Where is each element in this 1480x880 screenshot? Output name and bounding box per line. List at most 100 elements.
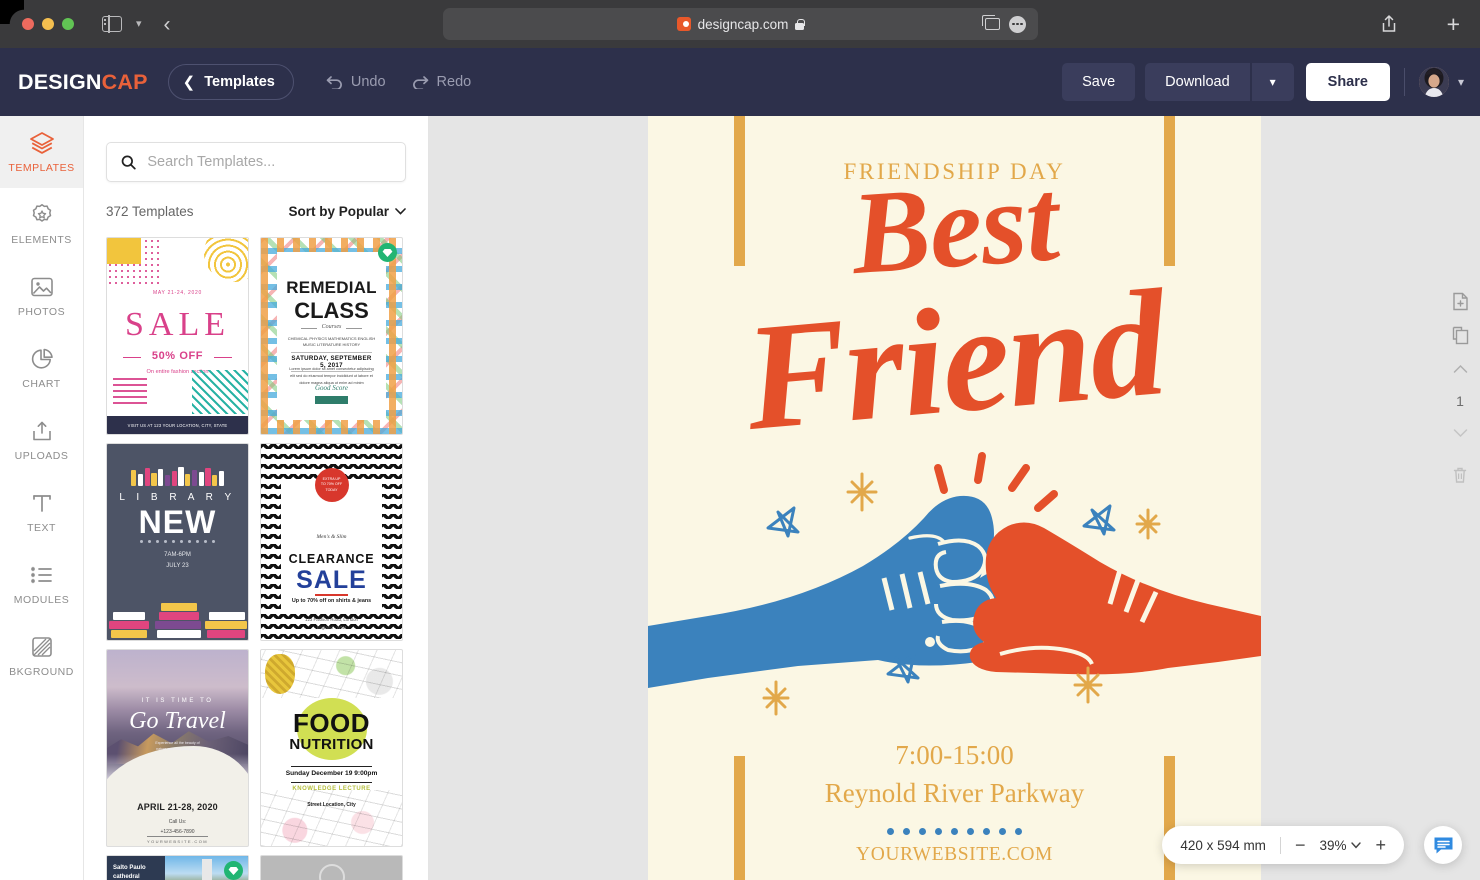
template-date: MAY 21-24, 2020 — [153, 290, 202, 296]
add-page-icon[interactable] — [1452, 284, 1469, 318]
share-button[interactable]: Share — [1305, 63, 1390, 101]
chevron-up-icon[interactable] — [1453, 352, 1468, 386]
rail-item-text[interactable]: TEXT — [0, 476, 83, 548]
undo-label: Undo — [350, 74, 386, 90]
canvas-size-label: 420 x 594 mm — [1180, 837, 1266, 853]
rail-item-photos[interactable]: PHOTOS — [0, 260, 83, 332]
logo-main: DESIGN — [18, 69, 102, 94]
yellow-square-decoration — [107, 238, 141, 264]
poster-address[interactable]: Reynold River Parkway — [648, 778, 1261, 809]
more-icon[interactable] — [1009, 15, 1026, 33]
template-address: 123 Fashion Road, London England - WN4 — [305, 617, 358, 630]
templates-panel: 372 Templates Sort by Popular MAY 21-24,… — [84, 116, 429, 880]
rail-item-elements[interactable]: ELEMENTS — [0, 188, 83, 260]
template-note: Up to 70% off on shirts & jeans — [291, 598, 372, 604]
share-icon[interactable] — [1381, 14, 1397, 33]
template-card-clearance-sale[interactable]: EXTRA UP TO 70% OFF TODAY Men's & Slim C… — [260, 443, 403, 641]
minimize-window-button[interactable] — [42, 18, 54, 30]
rail-label-elements: ELEMENTS — [11, 234, 72, 246]
plate-illustration — [318, 864, 345, 880]
zoom-in-button[interactable]: + — [1375, 836, 1386, 854]
template-title: Go Travel — [129, 708, 226, 734]
account-chevron-down-icon[interactable]: ▾ — [1458, 75, 1464, 89]
template-title-line2: CLASS — [294, 298, 369, 323]
rail-label-modules: MODULES — [13, 594, 70, 606]
template-card-sao-paulo-cathedral[interactable]: Salto Paulo cathedral — [106, 855, 249, 880]
text-t-icon — [31, 490, 53, 516]
trash-icon[interactable] — [1452, 458, 1468, 492]
chevron-down-icon — [395, 208, 406, 215]
poster-time[interactable]: 7:00-15:00 — [648, 740, 1261, 771]
template-title-line1: CLEARANCE — [288, 552, 375, 566]
duplicate-page-icon[interactable] — [1452, 318, 1469, 352]
template-date: Sunday December 19 9:00pm — [285, 770, 378, 777]
rail-item-chart[interactable]: CHART — [0, 332, 83, 404]
sort-dropdown[interactable]: Sort by Popular — [288, 204, 406, 219]
chevron-left-icon: ❮ — [182, 74, 196, 91]
template-title-line2: SALE — [296, 566, 367, 594]
list-icon — [30, 562, 54, 588]
zoom-out-button[interactable]: − — [1295, 836, 1306, 854]
template-date: APRIL 21-28, 2020 — [137, 802, 218, 812]
template-card-grey-plate[interactable] — [260, 855, 403, 880]
save-button[interactable]: Save — [1062, 63, 1136, 101]
rail-item-uploads[interactable]: UPLOADS — [0, 404, 83, 476]
rail-item-templates[interactable]: TEMPLATES — [0, 116, 83, 188]
diagonal-lines-decoration — [192, 370, 248, 414]
search-input[interactable] — [147, 154, 391, 170]
close-window-button[interactable] — [22, 18, 34, 30]
template-inner-card: REMEDIAL CLASS Courses CHEMICAL PHYSICS … — [277, 252, 386, 420]
zoom-level-dropdown[interactable]: 39% — [1319, 838, 1362, 853]
template-card-remedial-class[interactable]: REMEDIAL CLASS Courses CHEMICAL PHYSICS … — [260, 237, 403, 435]
templates-button-label: Templates — [204, 74, 275, 90]
search-bar[interactable] — [106, 142, 406, 182]
templates-back-button[interactable]: ❮ Templates — [167, 64, 294, 100]
template-kicker: IT IS TIME TO — [141, 698, 214, 704]
rule-decoration-top — [291, 766, 372, 767]
redo-icon — [412, 76, 428, 89]
designcap-logo[interactable]: DESIGNCAP — [18, 70, 148, 95]
sidebar-toggle-icon[interactable] — [102, 15, 122, 33]
template-card-library-new[interactable]: L I B R A R Y NEW 7AM-6PM JULY 23 — [106, 443, 249, 641]
maximize-window-button[interactable] — [62, 18, 74, 30]
diamond-icon — [382, 248, 393, 257]
template-count: 372 Templates — [106, 204, 194, 219]
address-bar[interactable]: designcap.com — [443, 8, 1038, 40]
template-grid: MAY 21-24, 2020 SALE 50% OFF On entire f… — [106, 237, 406, 880]
template-body: Experience all the beauty of nature and … — [155, 741, 200, 752]
rail-label-chart: CHART — [22, 378, 61, 390]
template-kicker: Men's & Slim — [316, 534, 347, 540]
template-card-food-nutrition[interactable]: FOOD NUTRITION Sunday December 19 9:00pm… — [260, 649, 403, 847]
rule-decoration — [315, 594, 348, 596]
rule-decoration — [147, 836, 208, 837]
rail-item-modules[interactable]: MODULES — [0, 548, 83, 620]
poster-design[interactable]: FRIENDSHIP DAY Best Friend 7:00-15:00 Re… — [648, 116, 1261, 880]
dot-divider-decoration — [107, 540, 248, 543]
redo-label: Redo — [436, 74, 472, 90]
download-button[interactable]: Download — [1145, 63, 1250, 101]
undo-button[interactable]: Undo — [326, 74, 386, 90]
template-title: Salto Paulo cathedral — [107, 856, 165, 880]
back-icon[interactable]: ‹ — [164, 14, 171, 35]
template-title: NEW — [138, 504, 217, 540]
canvas-area[interactable]: FRIENDSHIP DAY Best Friend 7:00-15:00 Re… — [429, 116, 1480, 880]
site-favicon-icon — [676, 17, 691, 31]
template-title: SALE — [125, 306, 230, 343]
new-tab-icon[interactable]: + — [1447, 12, 1460, 36]
reader-icon[interactable] — [982, 15, 1000, 30]
chevron-down-icon[interactable] — [1453, 416, 1468, 450]
fist-bump-illustration[interactable] — [648, 446, 1261, 716]
chat-support-button[interactable] — [1424, 826, 1462, 864]
concentric-rings-decoration — [204, 238, 248, 282]
template-website: YOURWEBSITE.COM — [147, 839, 208, 844]
redo-button[interactable]: Redo — [412, 74, 472, 90]
avatar[interactable] — [1418, 67, 1449, 97]
rail-item-bkground[interactable]: BKGROUND — [0, 620, 83, 692]
download-options-chevron-down-icon[interactable]: ▾ — [1251, 63, 1294, 101]
rail-label-text: TEXT — [27, 522, 56, 534]
template-card-go-travel[interactable]: IT IS TIME TO Go Travel Experience all t… — [106, 649, 249, 847]
chevron-down-icon[interactable]: ▾ — [136, 18, 142, 30]
template-card-sale[interactable]: MAY 21-24, 2020 SALE 50% OFF On entire f… — [106, 237, 249, 435]
rail-label-bkground: BKGROUND — [9, 666, 74, 678]
premium-badge — [224, 861, 243, 880]
